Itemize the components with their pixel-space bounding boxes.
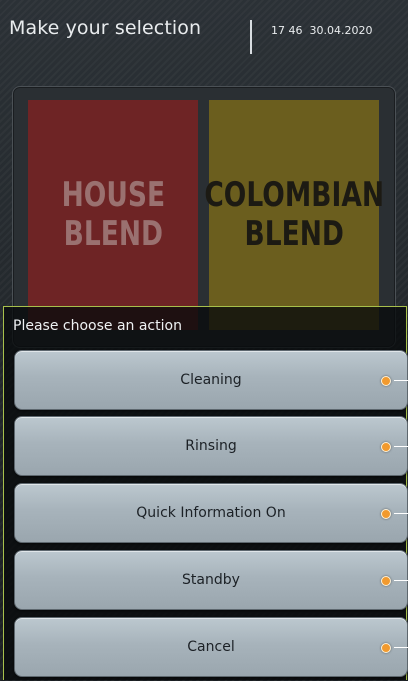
status-dot-icon: [381, 442, 391, 452]
product-tile-house-blend[interactable]: HOUSE BLEND: [28, 100, 198, 330]
indicator-line: [394, 580, 408, 581]
status-dot-icon: [381, 643, 391, 653]
standby-button[interactable]: Standby: [14, 550, 408, 610]
button-label: Quick Information On: [136, 505, 286, 521]
header: Make your selection 17 46 30.04.2020: [0, 0, 408, 70]
product-tile-colombian-blend[interactable]: COLOMBIAN BLEND: [204, 100, 384, 330]
page-title: Make your selection: [9, 17, 202, 39]
button-label: Cleaning: [180, 372, 242, 388]
rinsing-button[interactable]: Rinsing: [14, 416, 408, 476]
header-divider: [250, 20, 252, 54]
cancel-button[interactable]: Cancel: [14, 617, 408, 677]
button-label: Cancel: [187, 639, 235, 655]
datetime: 17 46 30.04.2020: [271, 24, 372, 37]
button-label: Standby: [182, 572, 240, 588]
quick-information-button[interactable]: Quick Information On: [14, 483, 408, 543]
time-text: 17 46: [271, 24, 303, 37]
indicator-line: [394, 513, 408, 514]
product-tile-label: COLOMBIAN BLEND: [204, 175, 384, 254]
indicator-line: [394, 647, 408, 648]
action-dialog: Please choose an action Cleaning Rinsing…: [3, 306, 408, 680]
screen-background: Make your selection 17 46 30.04.2020 HOU…: [0, 0, 408, 681]
indicator-line: [394, 446, 408, 447]
cleaning-button[interactable]: Cleaning: [14, 350, 408, 410]
date-text: 30.04.2020: [309, 24, 373, 37]
status-dot-icon: [381, 509, 391, 519]
indicator-line: [394, 380, 408, 381]
product-tile-label: HOUSE BLEND: [61, 175, 165, 254]
status-dot-icon: [381, 376, 391, 386]
dialog-prompt: Please choose an action: [13, 318, 182, 334]
button-label: Rinsing: [185, 438, 237, 454]
status-dot-icon: [381, 576, 391, 586]
